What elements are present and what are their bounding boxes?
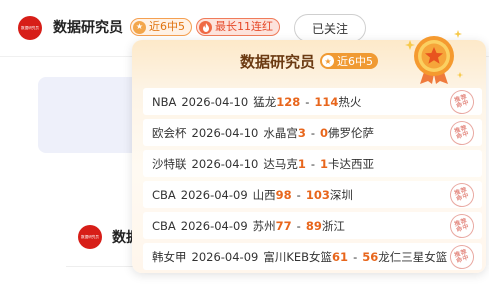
record-list: NBA 2026-04-10 猛龙 128 - 114 热火 推荐 命中 欧会杯 …	[143, 88, 482, 274]
record-away-team: 热火	[338, 94, 362, 109]
streak-badge[interactable]: ★ 近6中5	[130, 18, 192, 36]
record-away-score: 56	[362, 249, 379, 264]
record-date: 2026-04-09	[180, 187, 248, 202]
record-away-team: 浙江	[321, 218, 345, 233]
record-home-team: 富川KEB女篮	[263, 249, 333, 264]
record-home-score: 128	[276, 94, 301, 109]
score-separator: -	[310, 125, 316, 140]
record-date: 2026-04-09	[180, 218, 248, 233]
record-away-score: 114	[314, 94, 339, 109]
record-home-score: 98	[275, 187, 292, 202]
record-popover: 数据研究员 ★ 近6中5 NBA 2026-04-10 猛龙 128 - 114…	[132, 30, 486, 274]
longest-streak-badge[interactable]: 最长11连红	[196, 18, 280, 36]
author-username[interactable]: 数据研究员	[53, 18, 123, 38]
record-away-team: 深圳	[329, 187, 353, 202]
avatar-label: 数据研究员	[81, 234, 99, 239]
score-separator: -	[296, 187, 301, 202]
follow-button[interactable]: 已关注	[294, 14, 366, 42]
popover-header: 数据研究员 ★ 近6中5	[132, 50, 486, 72]
score-separator: -	[305, 94, 310, 109]
popover-title: 数据研究员	[239, 52, 315, 71]
record-league: CBA	[152, 218, 176, 233]
record-league: NBA	[152, 94, 177, 109]
record-item[interactable]: 沙特联 2026-04-10 达马克 1 - 1 卡达西亚	[143, 150, 482, 177]
hit-stamp-icon: 推荐 命中	[446, 212, 478, 239]
record-away-team: 龙仁三星女篮	[378, 249, 448, 264]
record-home-score: 77	[275, 218, 292, 233]
record-league: CBA	[152, 187, 176, 202]
record-item[interactable]: CBA 2026-04-09 苏州 77 - 89 浙江 推荐 命中	[143, 212, 482, 239]
record-home-team: 猛龙	[253, 94, 277, 109]
star-icon: ★	[133, 20, 146, 34]
avatar[interactable]: 数据研究员	[18, 16, 42, 40]
streak-badge-label: 近6中5	[149, 20, 185, 33]
avatar[interactable]: 数据研究员	[78, 225, 102, 249]
longest-streak-label: 最长11连红	[215, 20, 273, 33]
record-home-team: 苏州	[252, 218, 276, 233]
record-item[interactable]: 韩女甲 2026-04-09 富川KEB女篮 61 - 56 龙仁三星女篮 推荐…	[143, 243, 482, 270]
hit-stamp-icon: 推荐 命中	[446, 243, 478, 270]
record-item[interactable]: CBA 2026-04-09 山西 98 - 103 深圳 推荐 命中	[143, 181, 482, 208]
record-away-score: 0	[320, 125, 329, 140]
record-home-team: 水晶宫	[263, 125, 298, 140]
record-home-score: 3	[297, 125, 306, 140]
hit-stamp-icon: 推荐 命中	[446, 88, 478, 115]
record-away-score: 103	[305, 187, 330, 202]
score-separator: -	[310, 156, 316, 171]
star-icon: ★	[322, 55, 334, 67]
hit-stamp-icon: 推荐 命中	[446, 119, 478, 146]
record-league: 沙特联	[152, 156, 187, 171]
score-separator: -	[296, 218, 301, 233]
record-home-team: 达马克	[263, 156, 298, 171]
record-league: 欧会杯	[152, 125, 187, 140]
record-date: 2026-04-10	[181, 94, 249, 109]
flame-icon	[199, 20, 212, 34]
record-away-score: 89	[305, 218, 322, 233]
hit-stamp-icon: 推荐 命中	[446, 181, 478, 208]
record-home-team: 山西	[252, 187, 276, 202]
record-away-team: 佛罗伦萨	[328, 125, 375, 140]
record-item[interactable]: NBA 2026-04-10 猛龙 128 - 114 热火 推荐 命中	[143, 88, 482, 115]
record-date: 2026-04-10	[191, 156, 259, 171]
record-away-score: 1	[320, 156, 329, 171]
record-date: 2026-04-09	[191, 249, 259, 264]
popover-badge-label: 近6中5	[337, 55, 373, 68]
avatar-label: 数据研究员	[21, 25, 39, 30]
record-item[interactable]: 欧会杯 2026-04-10 水晶宫 3 - 0 佛罗伦萨 推荐 命中	[143, 119, 482, 146]
record-home-score: 1	[297, 156, 306, 171]
popover-streak-badge: ★ 近6中5	[320, 53, 378, 69]
record-date: 2026-04-10	[191, 125, 259, 140]
record-league: 韩女甲	[152, 249, 187, 264]
record-home-score: 61	[332, 249, 349, 264]
score-separator: -	[353, 249, 358, 264]
record-away-team: 卡达西亚	[328, 156, 375, 171]
